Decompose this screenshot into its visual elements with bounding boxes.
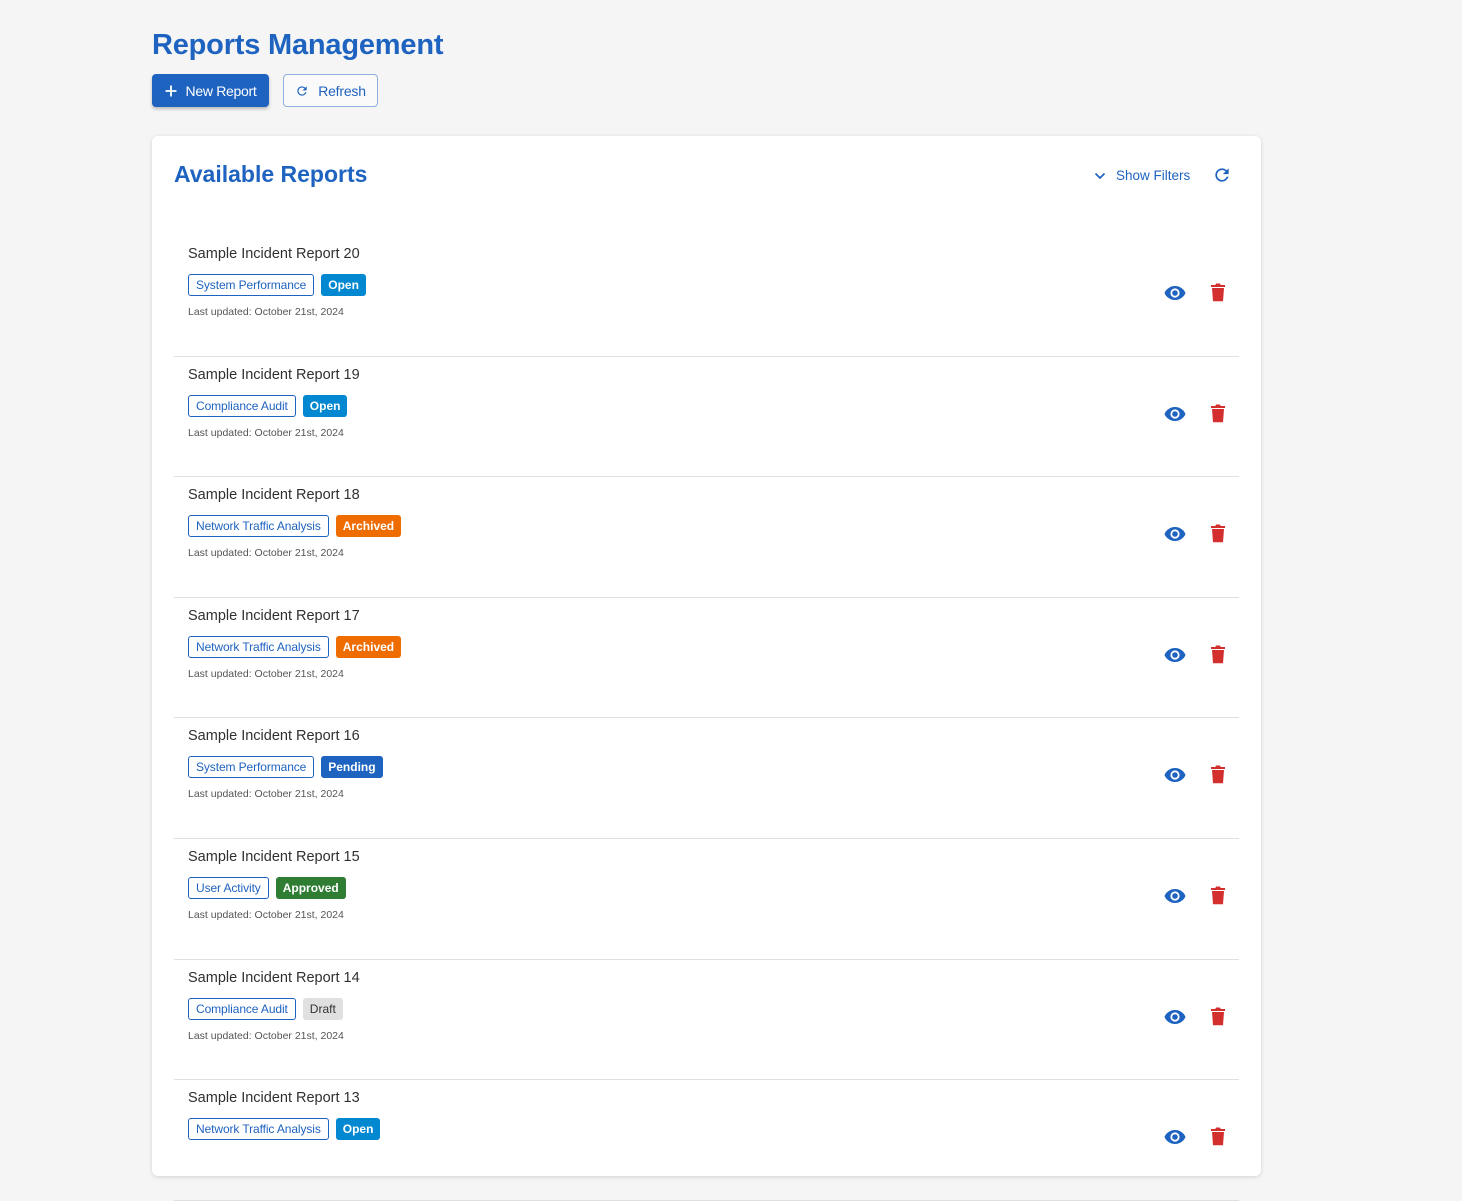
card-title: Available Reports	[174, 161, 368, 187]
last-updated: Last updated: October 21st, 2024	[188, 306, 344, 318]
report-tags: User Activity Approved	[188, 876, 346, 899]
report-tags: System Performance Pending	[188, 756, 383, 779]
report-title: Sample Incident Report 20	[188, 246, 360, 262]
report-tags: System Performance Open	[188, 274, 366, 296]
report-title: Sample Incident Report 17	[188, 607, 360, 624]
new-report-label: New Report	[185, 82, 257, 99]
status-badge: Archived	[335, 515, 402, 538]
category-chip: Network Traffic Analysis	[188, 1118, 329, 1141]
last-updated: Last updated: October 21st, 2024	[188, 547, 344, 560]
show-filters-button[interactable]: Show Filters	[1094, 166, 1190, 184]
trash-icon[interactable]	[1211, 645, 1225, 664]
eye-icon[interactable]	[1164, 406, 1186, 422]
last-updated: Last updated: October 21st, 2024	[188, 788, 344, 801]
chevron-down-icon	[1094, 168, 1106, 183]
status-badge: Pending	[321, 756, 383, 779]
status-badge: Draft	[302, 997, 343, 1020]
status-badge: Open	[321, 274, 366, 296]
trash-icon[interactable]	[1211, 524, 1225, 543]
trash-icon[interactable]	[1211, 765, 1225, 784]
page-title: Reports Management	[152, 29, 444, 61]
report-title: Sample Incident Report 19	[188, 366, 360, 383]
category-chip: Network Traffic Analysis	[188, 635, 329, 658]
report-title: Sample Incident Report 14	[188, 969, 360, 986]
trash-icon[interactable]	[1211, 1007, 1225, 1026]
category-chip: System Performance	[188, 756, 315, 779]
status-badge: Archived	[335, 635, 402, 658]
category-chip: Compliance Audit	[188, 394, 296, 417]
refresh-button[interactable]: Refresh	[283, 74, 378, 107]
eye-icon[interactable]	[1164, 767, 1186, 783]
category-chip: Compliance Audit	[188, 997, 296, 1020]
report-tags: Network Traffic Analysis Archived	[188, 515, 402, 538]
report-title: Sample Incident Report 15	[188, 848, 360, 865]
report-row: Sample Incident Report 18 Network Traffi…	[174, 477, 1239, 598]
show-filters-label: Show Filters	[1116, 167, 1191, 183]
status-badge: Open	[302, 394, 348, 417]
report-title: Sample Incident Report 16	[188, 728, 360, 745]
category-chip: System Performance	[188, 274, 315, 296]
report-title: Sample Incident Report 13	[188, 1090, 360, 1107]
eye-icon[interactable]	[1164, 285, 1186, 301]
card-refresh-icon[interactable]	[1212, 165, 1232, 185]
plus-icon	[165, 85, 177, 97]
reports-card: Available Reports Show Filters Sample In…	[152, 136, 1261, 1201]
report-row: Sample Incident Report 19 Compliance Aud…	[174, 357, 1239, 478]
eye-icon[interactable]	[1164, 1009, 1186, 1025]
report-row: Sample Incident Report 15 User Activity …	[174, 839, 1239, 960]
report-row: Sample Incident Report 14 Compliance Aud…	[174, 960, 1239, 1081]
report-tags: Compliance Audit Open	[188, 394, 348, 417]
last-updated: Last updated: October 21st, 2024	[188, 1029, 344, 1042]
status-badge: Approved	[275, 876, 346, 899]
report-tags: Network Traffic Analysis Archived	[188, 635, 402, 658]
trash-icon[interactable]	[1211, 1127, 1225, 1146]
last-updated: Last updated: October 21st, 2024	[188, 667, 344, 680]
refresh-label: Refresh	[318, 82, 366, 99]
category-chip: User Activity	[188, 876, 269, 899]
eye-icon[interactable]	[1164, 1129, 1186, 1145]
last-updated: Last updated: October 21st, 2024	[188, 426, 344, 439]
new-report-button[interactable]: New Report	[152, 74, 269, 107]
trash-icon[interactable]	[1211, 283, 1225, 302]
trash-icon[interactable]	[1211, 404, 1225, 423]
report-list: Sample Incident Report 20 System Perform…	[174, 236, 1239, 1201]
report-title: Sample Incident Report 18	[188, 487, 360, 504]
category-chip: Network Traffic Analysis	[188, 515, 329, 538]
eye-icon[interactable]	[1164, 526, 1186, 542]
report-row: Sample Incident Report 13 Network Traffi…	[174, 1080, 1239, 1201]
report-tags: Compliance Audit Draft	[188, 997, 343, 1020]
report-row: Sample Incident Report 16 System Perform…	[174, 718, 1239, 839]
status-badge: Open	[335, 1118, 381, 1141]
report-row: Sample Incident Report 17 Network Traffi…	[174, 598, 1239, 719]
eye-icon[interactable]	[1164, 647, 1186, 663]
refresh-icon	[295, 84, 309, 98]
report-row: Sample Incident Report 20 System Perform…	[174, 236, 1239, 357]
last-updated: Last updated: October 21st, 2024	[188, 908, 344, 921]
eye-icon[interactable]	[1164, 888, 1186, 904]
trash-icon[interactable]	[1211, 886, 1225, 905]
report-tags: Network Traffic Analysis Open	[188, 1118, 381, 1141]
